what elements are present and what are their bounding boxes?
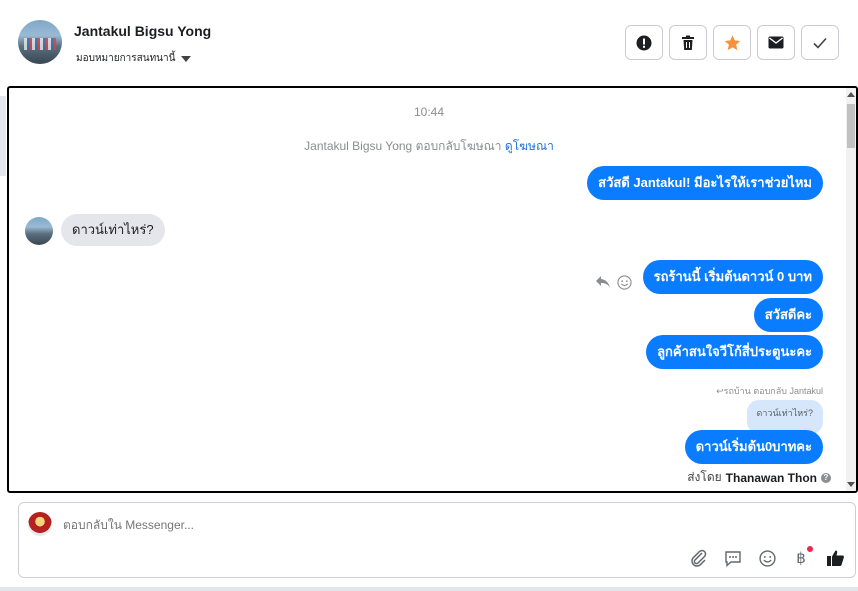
trash-icon [682,35,694,50]
emoji-button[interactable] [757,548,777,568]
scroll-down-icon[interactable] [847,482,855,487]
reply-icon[interactable] [595,275,611,289]
bottom-divider [0,587,858,591]
scroll-thumb[interactable] [847,104,855,148]
outgoing-message[interactable]: ลูกค้าสนใจวีโก้สี่ประตูนะคะ [646,335,823,369]
conversation-scrollbar[interactable] [846,88,856,491]
header-actions [625,25,839,60]
paperclip-icon [691,549,707,567]
reply-meta: ↩รถบ้าน ตอบกลับ Jantakul [716,386,823,396]
message-actions [595,275,632,290]
incoming-message[interactable]: ดาวน์เท่าไหร่? [61,214,165,246]
contact-avatar-small[interactable] [25,217,53,245]
alert-icon [636,35,652,50]
mark-unread-button[interactable] [757,25,795,60]
message-timestamp: 10:44 [413,105,445,119]
help-icon[interactable]: ? [821,472,831,483]
scroll-up-icon[interactable] [847,92,855,97]
reply-input[interactable] [63,518,663,532]
attach-button[interactable] [689,548,709,568]
composer-tools: ฿ [689,546,845,568]
star-icon [724,34,740,50]
like-button[interactable] [825,548,845,568]
contact-avatar[interactable] [18,20,62,64]
outgoing-message[interactable]: รถร้านนี้ เริ่มต้นดาวน์ 0 บาท [642,260,823,294]
delete-button[interactable] [669,25,707,60]
conversation-panel: 10:44 Jantakul Bigsu Yong ตอบกลับโฆษณา ด… [7,86,858,493]
baht-icon: ฿ [796,550,806,567]
ad-reply-note: Jantakul Bigsu Yong ตอบกลับโฆษณา ดูโฆษณา [9,137,849,156]
notification-dot [807,546,813,552]
ad-reply-text: Jantakul Bigsu Yong ตอบกลับโฆษณา [304,139,502,153]
reply-small-icon: ↩ [716,386,724,396]
thumbs-up-icon [826,550,844,566]
outgoing-message[interactable]: สวัสดี Jantakul! มีอะไรให้เราช่วยไหม [587,166,823,200]
chat-bubble-icon [725,550,741,567]
assign-conversation-dropdown[interactable]: มอบหมายการสนทนานี้ [76,51,192,66]
sender-name: Thanawan Thon [725,470,817,485]
message-composer: ฿ [18,502,856,578]
react-emoji-icon[interactable] [617,275,632,290]
page-avatar [28,512,52,536]
emoji-icon [758,549,776,567]
outgoing-message[interactable]: ดาวน์เริ่มต้น0บาทคะ [684,430,823,464]
contact-name[interactable]: Jantakul Bigsu Yong [74,23,211,39]
check-icon [813,37,827,49]
left-panel-edge [0,96,6,176]
conversation-header: Jantakul Bigsu Yong มอบหมายการสนทนานี้ [0,0,858,86]
sent-by-label: ส่งโดย Thanawan Thon ? [687,468,831,487]
quoted-message[interactable]: ดาวน์เท่าไหร่? [746,400,823,434]
view-ad-link[interactable]: ดูโฆษณา [505,139,554,153]
star-button[interactable] [713,25,751,60]
outgoing-message[interactable]: สวัสดีคะ [753,298,823,332]
caret-down-icon [181,55,192,62]
assign-label: มอบหมายการสนทนานี้ [76,53,176,64]
payment-button[interactable]: ฿ [791,546,813,568]
envelope-icon [768,36,784,49]
report-spam-button[interactable] [625,25,663,60]
saved-replies-button[interactable] [723,548,743,568]
mark-done-button[interactable] [801,25,839,60]
